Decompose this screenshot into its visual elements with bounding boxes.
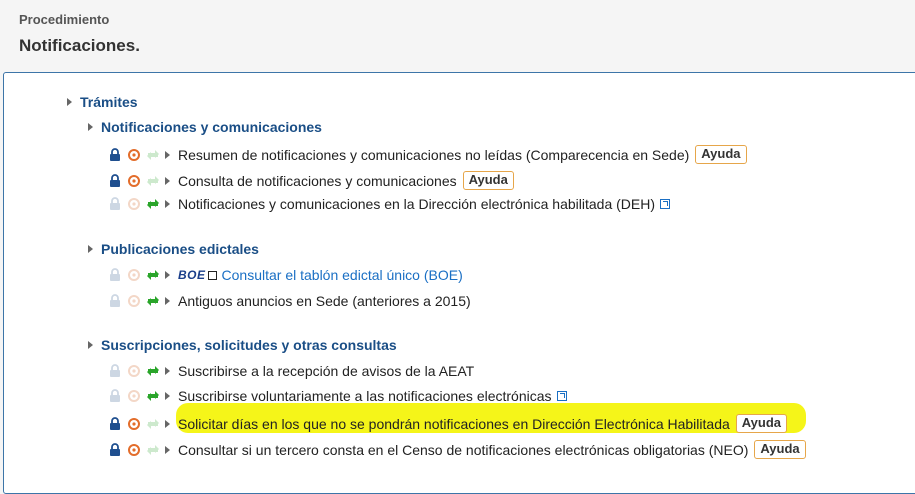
access-icons [108, 268, 165, 282]
item-label[interactable]: Solicitar días en los que no se pondrán … [178, 416, 730, 432]
certificate-icon [127, 417, 141, 431]
item-label[interactable]: Consulta de notificaciones y comunicacio… [178, 173, 457, 189]
help-button[interactable]: Ayuda [695, 145, 747, 164]
boe-link[interactable]: Consultar el tablón edictal único (BOE) [222, 267, 463, 283]
clave-icon [146, 148, 160, 162]
expand-arrow-icon [165, 200, 170, 208]
section-title[interactable]: Publicaciones edictales [101, 241, 259, 257]
lock-icon [108, 268, 122, 282]
expand-arrow-icon [165, 445, 170, 454]
access-icons [108, 442, 165, 457]
expand-arrow-icon [165, 271, 170, 279]
lock-icon [108, 442, 122, 457]
procedure-label: Procedimiento [19, 12, 110, 27]
list-item[interactable]: Suscribirse voluntariamente a las notifi… [108, 388, 567, 404]
access-icons [108, 197, 165, 211]
certificate-icon [127, 268, 141, 282]
page-title: Notificaciones. [19, 36, 140, 55]
section-notificaciones[interactable]: Notificaciones y comunicaciones [88, 119, 322, 135]
item-label[interactable]: Suscribirse a la recepción de avisos de … [178, 363, 474, 379]
list-item[interactable]: Consultar si un tercero consta en el Cen… [108, 440, 806, 459]
section-suscripciones[interactable]: Suscripciones, solicitudes y otras consu… [88, 337, 397, 353]
access-icons [108, 416, 165, 431]
external-link-icon[interactable] [556, 391, 567, 401]
certificate-icon [127, 389, 141, 403]
clave-icon [146, 268, 160, 282]
item-label[interactable]: Resumen de notificaciones y comunicacion… [178, 147, 689, 163]
lock-icon [108, 173, 122, 188]
help-button[interactable]: Ayuda [462, 171, 514, 190]
certificate-icon [127, 443, 141, 457]
certificate-icon [127, 174, 141, 188]
tree-root-label[interactable]: Trámites [80, 94, 138, 110]
expand-arrow-icon [88, 341, 93, 349]
expand-arrow-icon [165, 297, 170, 305]
access-icons [108, 389, 165, 403]
lock-icon [108, 294, 122, 308]
list-item[interactable]: Resumen de notificaciones y comunicacion… [108, 145, 747, 164]
certificate-icon [127, 294, 141, 308]
expand-arrow-icon [88, 123, 93, 131]
lock-icon [108, 197, 122, 211]
item-label[interactable]: Suscribirse voluntariamente a las notifi… [178, 388, 552, 404]
item-label[interactable]: Consultar si un tercero consta en el Cen… [178, 442, 748, 458]
clave-icon [146, 294, 160, 308]
clave-icon [146, 174, 160, 188]
item-label[interactable]: Antiguos anuncios en Sede (anteriores a … [178, 293, 471, 309]
expand-arrow-icon [165, 176, 170, 185]
lock-icon [108, 416, 122, 431]
lock-icon [108, 147, 122, 162]
access-icons [108, 294, 165, 308]
list-item[interactable]: Antiguos anuncios en Sede (anteriores a … [108, 293, 471, 309]
list-item[interactable]: Suscribirse a la recepción de avisos de … [108, 363, 474, 379]
boe-logo-mark-icon [207, 270, 217, 280]
access-icons [108, 147, 165, 162]
lock-icon [108, 364, 122, 378]
access-icons [108, 364, 165, 378]
tree-root[interactable]: Trámites [67, 94, 138, 110]
expand-arrow-icon [165, 150, 170, 159]
expand-arrow-icon [165, 419, 170, 428]
boe-logo: BOE [178, 268, 217, 282]
section-title[interactable]: Notificaciones y comunicaciones [101, 119, 322, 135]
page-header: Procedimiento Notificaciones. [0, 0, 915, 72]
certificate-icon [127, 197, 141, 211]
section-title[interactable]: Suscripciones, solicitudes y otras consu… [101, 337, 397, 353]
access-icons [108, 173, 165, 188]
lock-icon [108, 389, 122, 403]
expand-arrow-icon [165, 392, 170, 400]
item-label[interactable]: Notificaciones y comunicaciones en la Di… [178, 196, 655, 212]
expand-arrow-icon [165, 367, 170, 375]
list-item[interactable]: Consulta de notificaciones y comunicacio… [108, 171, 514, 190]
clave-icon [146, 443, 160, 457]
clave-icon [146, 364, 160, 378]
help-button[interactable]: Ayuda [735, 414, 788, 433]
clave-icon [146, 417, 160, 431]
external-link-icon[interactable] [660, 199, 670, 209]
list-item[interactable]: Solicitar días en los que no se pondrán … [108, 414, 788, 433]
certificate-icon [127, 148, 141, 162]
section-publicaciones[interactable]: Publicaciones edictales [88, 241, 259, 257]
list-item[interactable]: Notificaciones y comunicaciones en la Di… [108, 196, 670, 212]
boe-logo-text: BOE [178, 268, 206, 282]
expand-arrow-icon [67, 98, 72, 106]
clave-icon [146, 389, 160, 403]
clave-icon [146, 197, 160, 211]
certificate-icon [127, 364, 141, 378]
list-item[interactable]: BOE Consultar el tablón edictal único (B… [108, 267, 463, 283]
help-button[interactable]: Ayuda [754, 440, 806, 459]
expand-arrow-icon [88, 245, 93, 253]
